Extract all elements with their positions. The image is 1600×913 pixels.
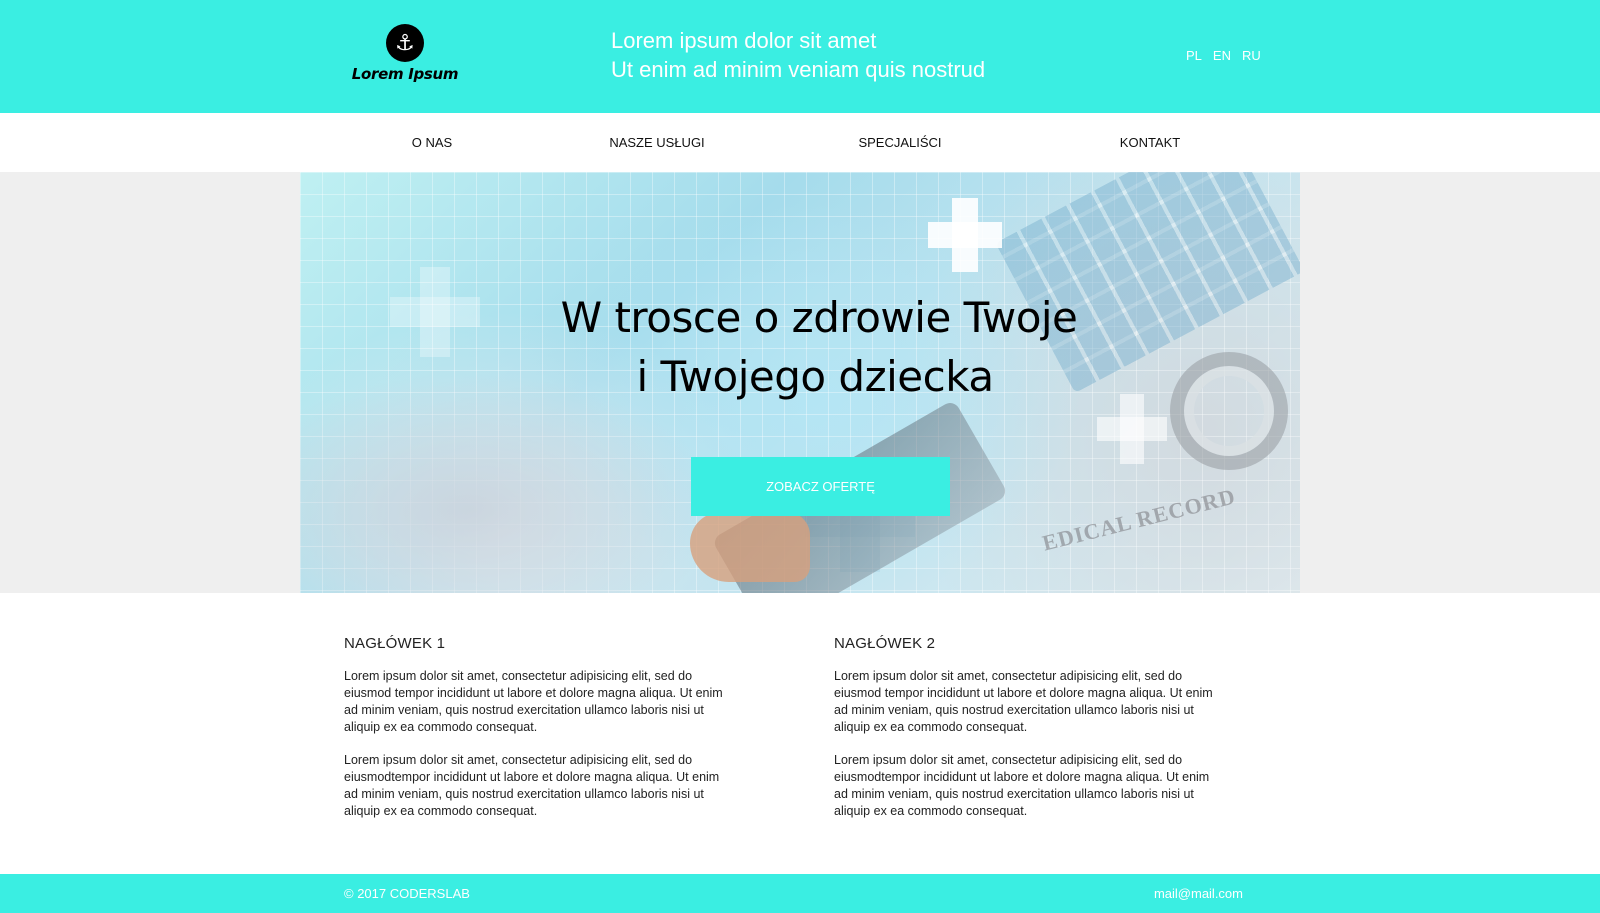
hand-image — [690, 512, 810, 582]
column-paragraph: Lorem ipsum dolor sit amet, consectetur … — [834, 669, 1213, 734]
tagline-line-1: Lorem ipsum dolor sit amet — [611, 28, 877, 53]
hero-title: W trosce o zdrowie Twoje i Twojego dziec… — [300, 288, 1300, 406]
logo-text: Lorem Ipsum — [351, 65, 459, 83]
column-paragraph: Lorem ipsum dolor sit amet, consectetur … — [344, 753, 720, 818]
content-column-2: NAGŁÓWEK 2 Lorem ipsum dolor sit amet, c… — [834, 635, 1214, 836]
medical-cross-icon-bar — [928, 222, 1002, 248]
see-offer-button[interactable]: ZOBACZ OFERTĘ — [691, 457, 950, 516]
medical-record-image-text: EDICAL RECORD — [1039, 483, 1239, 556]
column-heading: NAGŁÓWEK 1 — [344, 635, 446, 652]
lang-pl-link[interactable]: PL — [1186, 48, 1202, 63]
top-header: ⚓ Lorem Ipsum Lorem ipsum dolor sit amet… — [0, 0, 1600, 113]
column-heading: NAGŁÓWEK 2 — [834, 635, 936, 652]
hero-title-line-2: i Twojego dziecka — [636, 352, 994, 401]
tagline-line-2: Ut enim ad minim veniam quis nostrud — [611, 57, 986, 82]
lang-en-link[interactable]: EN — [1213, 48, 1231, 63]
hero-title-line-1: W trosce o zdrowie Twoje — [560, 293, 1078, 342]
content-column-1: NAGŁÓWEK 1 Lorem ipsum dolor sit amet, c… — [344, 635, 724, 836]
column-paragraph: Lorem ipsum dolor sit amet, consectetur … — [834, 753, 1210, 818]
footer-email-link[interactable]: mail@mail.com — [1154, 874, 1243, 913]
language-switcher: PL EN RU — [1186, 48, 1261, 63]
footer: © 2017 CODERSLAB mail@mail.com — [0, 874, 1600, 913]
nav-item-kontakt[interactable]: KONTAKT — [1090, 113, 1210, 172]
nav-item-nasze-uslugi[interactable]: NASZE USŁUGI — [587, 113, 727, 172]
header-tagline: Lorem ipsum dolor sit amet Ut enim ad mi… — [611, 26, 985, 84]
main-nav: O NAS NASZE USŁUGI SPECJALIŚCI KONTAKT — [0, 113, 1600, 172]
content-section: NAGŁÓWEK 1 Lorem ipsum dolor sit amet, c… — [0, 593, 1600, 874]
nav-item-o-nas[interactable]: O NAS — [372, 113, 492, 172]
logo[interactable]: ⚓ Lorem Ipsum — [345, 24, 465, 90]
medical-cross-icon-bar — [1097, 417, 1167, 441]
footer-copyright: © 2017 CODERSLAB — [344, 886, 470, 901]
hero-banner: EDICAL RECORD W trosce o zdrowie Twoje i… — [300, 172, 1300, 593]
column-paragraph: Lorem ipsum dolor sit amet, consectetur … — [344, 669, 723, 734]
nav-item-specjalisci[interactable]: SPECJALIŚCI — [830, 113, 970, 172]
lang-ru-link[interactable]: RU — [1242, 48, 1261, 63]
anchor-icon: ⚓ — [386, 24, 424, 62]
